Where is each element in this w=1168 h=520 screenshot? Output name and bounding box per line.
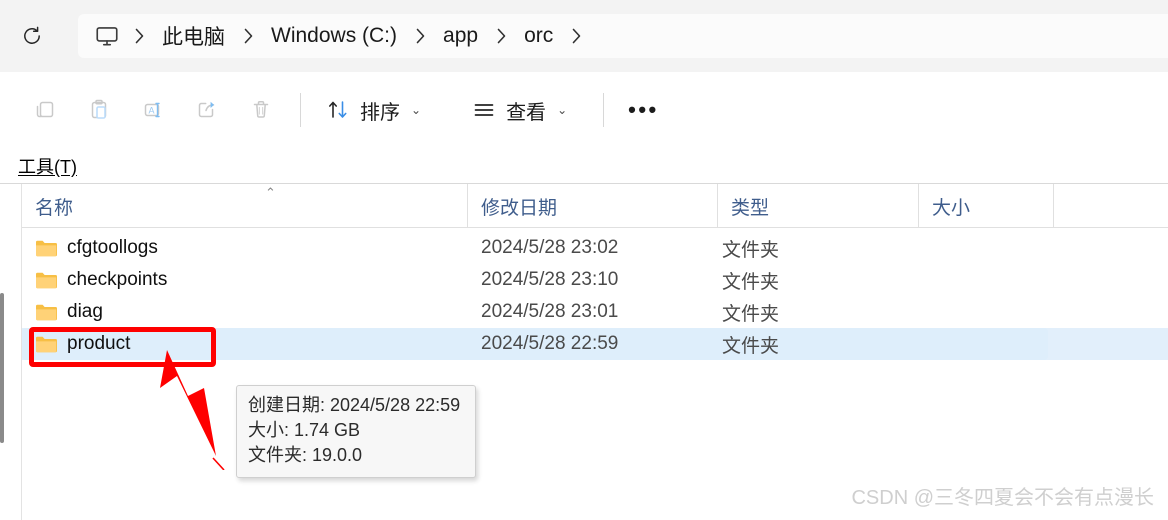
vertical-scrollbar-thumb[interactable]: [0, 293, 4, 443]
ellipsis-icon: •••: [628, 97, 659, 122]
delete-icon: [253, 101, 269, 118]
table-row[interactable]: checkpoints 2024/5/28 23:10 文件夹: [22, 264, 1168, 296]
breadcrumb-separator[interactable]: [559, 21, 593, 51]
column-header-name[interactable]: 名称: [22, 184, 467, 228]
tooltip-line-size: 大小: 1.74 GB: [248, 420, 361, 440]
view-list-icon: [474, 104, 494, 116]
address-bar-row: 此电脑 Windows (C:) app orc: [0, 0, 1168, 72]
file-rows: cfgtoollogs 2024/5/28 23:02 文件夹 checkpoi…: [22, 228, 1168, 360]
chevron-right-icon: [135, 28, 143, 44]
row-name-label: cfgtoollogs: [67, 237, 158, 258]
column-header-name-label: 名称: [35, 197, 74, 219]
svg-text:A: A: [149, 106, 155, 116]
toolbar-divider: [603, 93, 605, 127]
column-header-type[interactable]: 类型: [717, 184, 918, 228]
column-header-type-label: 类型: [731, 197, 770, 219]
toolbar-divider: [300, 93, 301, 127]
row-name-label: diag: [67, 301, 103, 322]
folder-icon: [36, 240, 57, 256]
this-pc-monitor-icon: [96, 27, 118, 46]
row-date-cell: 2024/5/28 23:10: [481, 269, 619, 290]
refresh-button[interactable]: [10, 18, 54, 54]
column-header-spacer: [1053, 184, 1168, 228]
watermark-text: CSDN @三冬四夏会不会有点漫长: [851, 487, 1154, 509]
row-type-cell: 文件夹: [722, 239, 780, 261]
row-date-cell: 2024/5/28 23:01: [481, 301, 619, 322]
breadcrumb-item-1[interactable]: Windows (C:): [265, 22, 403, 50]
row-name-label: checkpoints: [67, 269, 168, 290]
address-input[interactable]: 此电脑 Windows (C:) app orc: [78, 14, 1168, 58]
row-date-cell: 2024/5/28 22:59: [481, 333, 619, 354]
folder-icon: [36, 336, 57, 352]
breadcrumb-separator[interactable]: [122, 21, 156, 51]
row-type-cell: 文件夹: [722, 303, 780, 325]
paste-button[interactable]: [72, 86, 126, 134]
file-list-area: 名称 ⌃ 修改日期 类型 大小 cfgtoollogs 2024/5/28 23…: [0, 184, 1168, 520]
row-type-cell: 文件夹: [722, 335, 780, 357]
breadcrumb-separator[interactable]: [403, 21, 437, 51]
rename-button[interactable]: A: [126, 86, 180, 134]
delete-button[interactable]: [234, 86, 288, 134]
file-explorer-window: 此电脑 Windows (C:) app orc A 排序 ⌄ 查看 ⌄ •••…: [0, 0, 1168, 520]
folder-icon: [36, 304, 57, 320]
column-header-row: 名称 ⌃ 修改日期 类型 大小: [22, 184, 1168, 228]
breadcrumb-separator[interactable]: [484, 21, 518, 51]
tooltip-line-folder: 文件夹: 19.0.0: [248, 445, 363, 465]
view-button[interactable]: 查看 ⌄: [459, 86, 579, 134]
sort-icon: [329, 101, 347, 118]
rename-icon: A: [144, 102, 160, 118]
navigation-rail: [0, 184, 22, 520]
paste-icon: [91, 99, 107, 119]
row-date-cell: 2024/5/28 23:02: [481, 237, 619, 258]
breadcrumb-item-0[interactable]: 此电脑: [156, 19, 231, 53]
chevron-right-icon: [416, 28, 424, 44]
chevron-right-icon: [244, 28, 252, 44]
folder-info-tooltip: 创建日期: 2024/5/28 22:59 大小: 1.74 GB 文件夹: 1…: [236, 385, 476, 478]
chevron-right-icon: [497, 28, 505, 44]
command-toolbar: A 排序 ⌄ 查看 ⌄ •••: [0, 72, 1168, 148]
column-header-date-label: 修改日期: [481, 197, 558, 219]
column-header-date[interactable]: 修改日期: [467, 184, 717, 228]
sort-button[interactable]: 排序 ⌄: [313, 86, 433, 134]
breadcrumb-item-3[interactable]: orc: [518, 22, 559, 50]
this-pc-button[interactable]: [92, 21, 122, 51]
copy-button[interactable]: [18, 86, 72, 134]
row-name-cell: product: [35, 333, 130, 355]
menu-bar: 工具(T): [0, 148, 1168, 184]
row-name-label: product: [67, 333, 131, 354]
breadcrumb-separator[interactable]: [231, 21, 265, 51]
tooltip-line-created: 创建日期: 2024/5/28 22:59: [248, 395, 461, 415]
table-row[interactable]: cfgtoollogs 2024/5/28 23:02 文件夹: [22, 232, 1168, 264]
chevron-down-icon: ⌄: [557, 103, 568, 117]
row-name-cell: checkpoints: [35, 269, 167, 291]
view-label: 查看: [506, 101, 547, 124]
row-type-cell: 文件夹: [722, 271, 780, 293]
share-button[interactable]: [180, 86, 234, 134]
chevron-down-icon: ⌄: [411, 103, 422, 117]
row-name-cell: cfgtoollogs: [35, 237, 158, 259]
table-row[interactable]: diag 2024/5/28 23:01 文件夹: [22, 296, 1168, 328]
refresh-icon: [24, 26, 40, 44]
chevron-right-icon: [572, 28, 581, 44]
more-options-button[interactable]: •••: [616, 86, 671, 134]
sort-label: 排序: [360, 101, 400, 124]
column-header-size[interactable]: 大小: [918, 184, 1053, 228]
breadcrumb-item-2[interactable]: app: [437, 22, 484, 50]
row-name-cell: diag: [35, 301, 103, 323]
menu-item-tools[interactable]: 工具(T): [14, 153, 81, 179]
table-row[interactable]: product 2024/5/28 22:59 文件夹: [22, 328, 1168, 360]
sort-ascending-indicator: ⌃: [265, 185, 276, 200]
share-icon: [198, 101, 215, 118]
folder-icon: [36, 272, 57, 288]
copy-icon: [36, 101, 54, 118]
column-header-size-label: 大小: [932, 197, 971, 219]
